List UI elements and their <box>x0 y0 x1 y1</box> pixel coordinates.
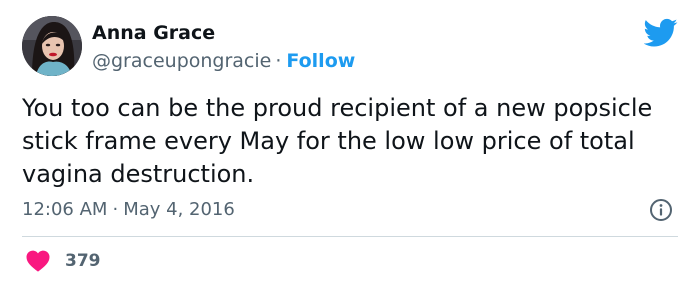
like-count: 379 <box>65 251 101 271</box>
author-meta: @graceupongracie · Follow <box>92 50 355 72</box>
tweet-timestamp[interactable]: 12:06 AM · May 4, 2016 <box>22 199 235 220</box>
author-handle[interactable]: @graceupongracie <box>92 50 271 72</box>
twitter-bird-icon[interactable] <box>644 18 678 48</box>
follow-button[interactable]: Follow <box>286 50 355 72</box>
like-button[interactable]: 379 <box>26 249 101 273</box>
tweet-card: Anna Grace @graceupongracie · Follow You t… <box>0 0 700 288</box>
divider <box>22 236 678 237</box>
meta-separator: · <box>275 50 282 72</box>
tweet-date: May 4, 2016 <box>123 199 235 220</box>
avatar[interactable] <box>22 16 82 76</box>
info-icon[interactable] <box>649 198 673 222</box>
heart-icon <box>26 250 50 272</box>
tweet-text: You too can be the proud recipient of a … <box>22 94 653 188</box>
author-name[interactable]: Anna Grace <box>92 22 215 44</box>
timestamp-separator: · <box>112 199 119 220</box>
tweet-time: 12:06 AM <box>22 199 108 220</box>
avatar-image <box>22 16 82 76</box>
